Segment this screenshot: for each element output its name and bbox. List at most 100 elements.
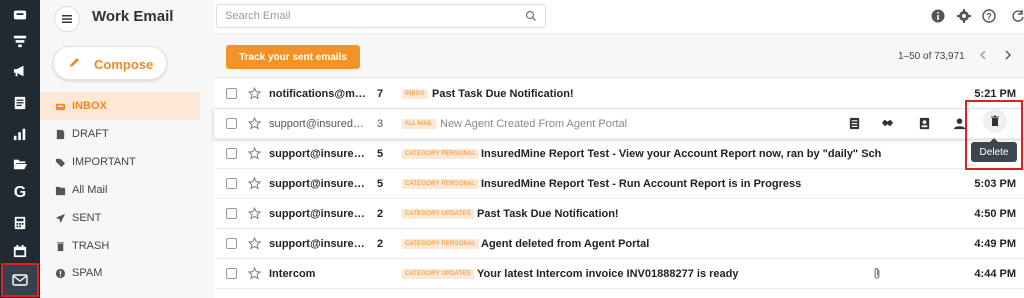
megaphone-icon[interactable] [9,60,31,82]
email-sender: Intercom [269,268,316,280]
folder-draft[interactable]: DRAFT [40,120,200,148]
email-label: INBOX [402,89,428,99]
next-page-button[interactable] [1000,47,1016,63]
thread-count: 5 [377,178,384,190]
email-sender: support@insured... [269,208,369,220]
folder-label: SPAM [72,267,103,279]
thread-count: 3 [377,118,384,130]
help-icon[interactable]: ? [982,9,996,23]
email-subject: Past Task Due Notification! [477,208,619,220]
prev-page-button[interactable] [975,47,991,63]
inbox-tray-icon[interactable] [9,4,31,26]
spam-icon [54,267,66,279]
handshake-icon[interactable] [881,117,894,130]
delete-tooltip: Delete [971,138,1017,162]
folder-sent[interactable]: SENT [40,204,200,232]
email-label: CATEGORY UPDATES [402,209,474,219]
delete-button[interactable] [983,109,1007,133]
track-sent-emails-button[interactable]: Track your sent emails [226,45,360,69]
filter-icon[interactable] [9,30,31,52]
folder-label: SENT [72,212,102,224]
row-checkbox[interactable] [226,178,237,189]
star-icon[interactable] [248,177,261,190]
search-input[interactable] [217,5,517,27]
app-title: Work Email [92,8,174,25]
email-time: 4:50 PM [974,208,1016,220]
document-icon[interactable] [9,92,31,114]
trash-icon [54,240,66,252]
main-area: ? Track your sent emails 1–50 of 73,971 … [214,0,1024,298]
star-icon[interactable] [248,237,261,250]
menu-button[interactable] [54,6,80,32]
gear-icon[interactable] [957,9,971,23]
email-row[interactable]: notifications@mai... 7 INBOX Past Task D… [214,79,1024,109]
star-icon[interactable] [248,117,261,130]
folder-all-mail[interactable]: All Mail [40,176,200,204]
email-subject: New Agent Created From Agent Portal [440,118,628,130]
delete-action-highlight: Delete [965,100,1023,170]
folder-label: IMPORTANT [72,156,136,168]
star-icon[interactable] [248,147,261,160]
send-icon [54,212,66,224]
refresh-icon[interactable] [1011,9,1024,23]
folder-important[interactable]: IMPORTANT [40,148,200,176]
folder-spam[interactable]: SPAM [40,259,200,287]
thread-count: 2 [377,208,384,220]
row-checkbox[interactable] [226,238,237,249]
trash-icon [991,115,999,126]
star-icon[interactable] [248,267,261,280]
star-icon[interactable] [248,87,261,100]
thread-count: 2 [377,238,384,250]
email-nav-button[interactable] [1,263,39,297]
top-bar: ? [214,0,1024,34]
row-checkbox[interactable] [226,268,237,279]
email-row[interactable]: support@insured... 5 CATEGORY PERSONAL I… [214,139,1024,169]
email-sender: support@insured... [269,148,369,160]
folder-label: All Mail [72,184,108,196]
calendar-icon[interactable] [9,240,31,262]
email-row[interactable]: Intercom CATEGORY UPDATES Your latest In… [214,259,1024,289]
compose-button[interactable]: Compose [53,46,167,80]
email-time: 5:03 PM [974,178,1016,190]
email-sender: support@insuredm... [269,118,369,130]
notes-icon[interactable] [848,117,861,130]
row-checkbox[interactable] [226,88,237,99]
envelope-icon [12,274,28,286]
email-row[interactable]: support@insured... 5 CATEGORY PERSONAL I… [214,169,1024,199]
thread-count: 5 [377,148,384,160]
folder-label: INBOX [72,100,107,112]
row-checkbox[interactable] [226,148,237,159]
folder-trash[interactable]: TRASH [40,232,200,260]
email-label: ALL MAIL [402,119,436,129]
contact-card-icon[interactable] [918,117,931,130]
search-icon[interactable] [525,10,537,22]
folder-open-icon[interactable] [9,153,31,175]
calculator-icon[interactable] [9,212,31,234]
email-time: 4:49 PM [974,238,1016,250]
folder-label: DRAFT [72,128,109,140]
folder-inbox[interactable]: INBOX [40,92,200,120]
svg-text:?: ? [986,12,992,22]
nav-rail: G [0,0,40,298]
email-app: G Work Email Compose INBOX DRAFT IMPORTA… [0,0,1024,298]
folder-label: TRASH [72,240,110,252]
email-subject: InsuredMine Report Test - View your Acco… [481,148,881,160]
row-checkbox[interactable] [226,208,237,219]
info-icon[interactable] [931,9,945,23]
all-mail-icon [54,184,66,196]
email-row[interactable]: support@insured... 2 CATEGORY UPDATES Pa… [214,199,1024,229]
list-toolbar: Track your sent emails 1–50 of 73,971 [214,34,1024,78]
bar-chart-icon[interactable] [9,123,31,145]
inbox-icon [54,100,66,112]
email-row[interactable]: support@insuredm... 3 ALL MAIL New Agent… [214,109,1024,139]
chevron-right-icon [1005,50,1011,60]
compose-label: Compose [94,57,154,72]
folder-panel: Work Email Compose INBOX DRAFT IMPORTANT… [40,0,214,298]
email-row[interactable]: support@insured... 2 CATEGORY PERSONAL A… [214,229,1024,259]
pencil-icon [70,58,79,67]
row-checkbox[interactable] [226,118,237,129]
email-subject: InsuredMine Report Test - Run Account Re… [481,178,802,190]
google-icon[interactable]: G [9,182,31,204]
email-label: CATEGORY UPDATES [402,269,474,279]
star-icon[interactable] [248,207,261,220]
